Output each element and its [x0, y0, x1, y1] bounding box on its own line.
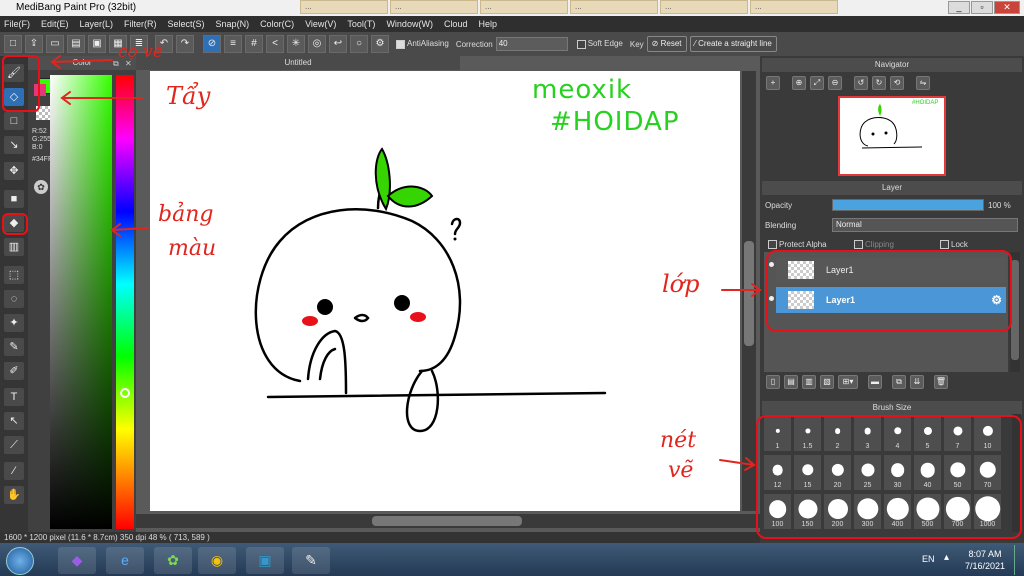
annotation-bang-mau-1: bảng — [158, 202, 214, 227]
annotation-co-ve: cọ vẽ — [118, 42, 163, 62]
annotation-arrows — [50, 55, 762, 471]
annotation-lop: lớp — [662, 270, 700, 298]
annotation-bang-mau-2: màu — [168, 236, 217, 261]
annotation-net-ve-1: nét — [660, 428, 697, 453]
annotation-tay: Tẩy — [166, 82, 211, 110]
annotation-net-ve-2: vẽ — [668, 458, 694, 483]
